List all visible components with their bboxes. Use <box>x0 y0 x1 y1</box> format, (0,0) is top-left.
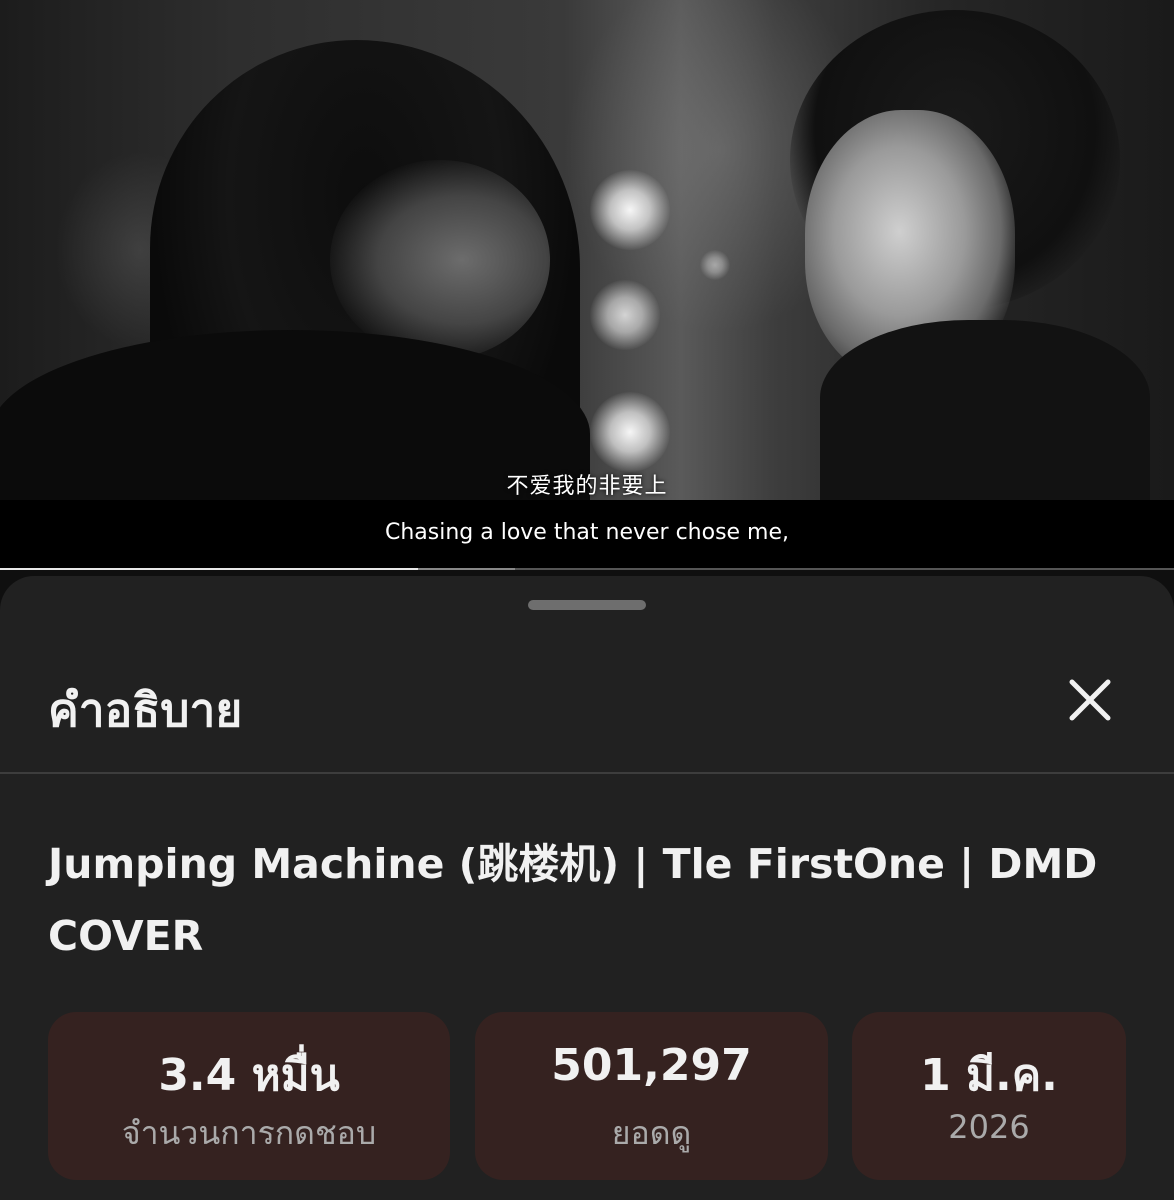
video-player[interactable]: 不爱我的非要上 Chasing a love that never chose … <box>0 0 1174 570</box>
views-label: ยอดดู <box>611 1114 692 1152</box>
app-screen: 不爱我的非要上 Chasing a love that never chose … <box>0 0 1174 1200</box>
views-count: 501,297 <box>551 1040 752 1091</box>
progress-bar[interactable] <box>0 568 1174 570</box>
video-frame[interactable]: 不爱我的非要上 <box>0 0 1174 500</box>
likes-count: 3.4 หมื่น <box>158 1050 340 1101</box>
person-left-face <box>330 160 550 360</box>
close-icon <box>1069 679 1111 721</box>
bokeh-light <box>590 280 660 350</box>
likes-label: จำนวนการกดชอบ <box>121 1114 377 1152</box>
progress-played <box>0 568 418 570</box>
subtitle-english: Chasing a love that never chose me, <box>384 520 790 545</box>
divider <box>0 772 1174 774</box>
bokeh-light <box>590 170 670 250</box>
sheet-title: คำอธิบาย <box>48 683 243 737</box>
close-button[interactable] <box>1058 668 1122 732</box>
date-stat-card: 1 มี.ค. 2026 <box>852 1012 1126 1180</box>
bokeh-light <box>590 392 670 472</box>
bokeh-light <box>700 250 730 280</box>
drag-handle[interactable] <box>528 600 646 610</box>
subtitle-chinese: 不爱我的非要上 <box>506 474 668 499</box>
upload-date: 1 มี.ค. <box>920 1050 1058 1101</box>
upload-year: 2026 <box>948 1108 1030 1146</box>
description-sheet: คำอธิบาย Jumping Machine (跳楼机) | Tle Fir… <box>0 576 1174 1200</box>
likes-stat-card: 3.4 หมื่น จำนวนการกดชอบ <box>48 1012 450 1180</box>
video-title: Jumping Machine (跳楼机) | Tle FirstOne | D… <box>48 840 1098 960</box>
views-stat-card: 501,297 ยอดดู <box>475 1012 828 1180</box>
